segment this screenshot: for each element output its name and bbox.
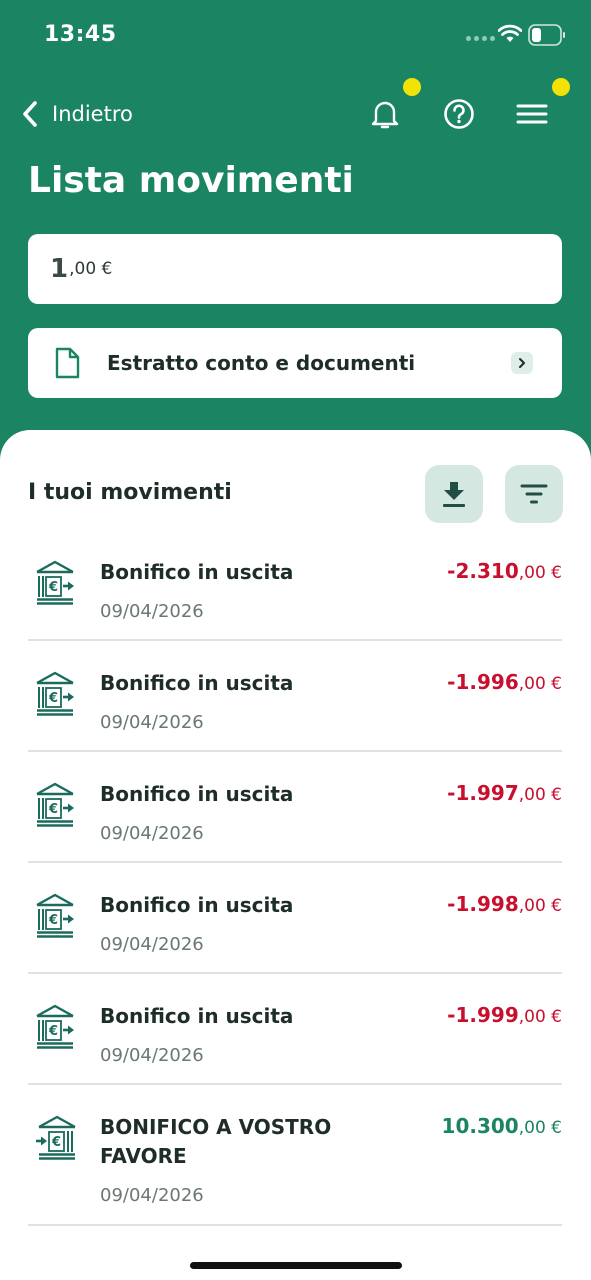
bell-icon	[371, 101, 399, 129]
statements-documents-label: Estratto conto e documenti	[107, 351, 416, 375]
movement-date: 09/04/2026	[100, 712, 204, 733]
svg-text:€: €	[48, 580, 58, 595]
chevron-left-icon	[23, 101, 37, 127]
balance-integer: 1	[50, 254, 69, 284]
movement-title: Bonifico in uscita	[100, 1004, 294, 1028]
battery-icon	[528, 24, 565, 46]
hamburger-menu-icon	[516, 104, 548, 124]
balance-card: 1 ,00 €	[28, 234, 562, 304]
movement-row[interactable]: € Bonifico in uscita 09/04/2026 -1.999,0…	[28, 985, 562, 1085]
back-label: Indietro	[52, 102, 133, 126]
movement-amount: -1.997,00 €	[447, 781, 562, 805]
movement-date: 09/04/2026	[100, 1185, 204, 1206]
cellular-signal-icon	[466, 36, 495, 41]
movement-title: Bonifico in uscita	[100, 893, 294, 917]
movement-title: Bonifico in uscita	[100, 560, 294, 584]
bank-transfer-out-icon: €	[36, 1004, 74, 1049]
help-button[interactable]	[439, 94, 479, 134]
notifications-button[interactable]	[365, 94, 405, 134]
filter-button[interactable]	[505, 465, 563, 523]
bank-transfer-out-icon: €	[36, 782, 74, 827]
svg-text:€: €	[51, 1135, 61, 1150]
svg-text:€: €	[48, 913, 58, 928]
movement-date: 09/04/2026	[100, 601, 204, 622]
page-title: Lista movimenti	[28, 160, 354, 201]
movement-row[interactable]: € BONIFICO A VOSTRO FAVORE 09/04/2026 10…	[28, 1096, 562, 1226]
movement-amount: -1.996,00 €	[447, 670, 562, 694]
statements-documents-button[interactable]: Estratto conto e documenti	[28, 328, 562, 398]
svg-text:€: €	[48, 1024, 58, 1039]
bank-transfer-out-icon: €	[36, 560, 74, 605]
movement-amount: -1.999,00 €	[447, 1003, 562, 1027]
notification-badge-dot	[403, 78, 421, 96]
menu-badge-dot	[552, 78, 570, 96]
nav-bar: Indietro	[0, 78, 591, 138]
movement-amount: 10.300,00 €	[441, 1114, 562, 1138]
movements-sheet: I tuoi movimenti € Bonifico in uscita 09…	[0, 430, 591, 1280]
movement-date: 09/04/2026	[100, 823, 204, 844]
movement-title: Bonifico in uscita	[100, 782, 294, 806]
movement-row[interactable]: € Bonifico in uscita 09/04/2026 -2.310,0…	[28, 541, 562, 641]
movement-date: 09/04/2026	[100, 934, 204, 955]
movement-row[interactable]: € Bonifico in uscita 09/04/2026 -1.998,0…	[28, 874, 562, 974]
svg-text:€: €	[48, 802, 58, 817]
document-icon	[55, 347, 80, 379]
movement-date: 09/04/2026	[100, 1045, 204, 1066]
help-circle-icon	[444, 99, 474, 129]
chevron-right-icon	[511, 352, 533, 374]
movement-title: Bonifico in uscita	[100, 671, 294, 695]
bank-transfer-out-icon: €	[36, 671, 74, 716]
balance-decimal: ,00 €	[69, 259, 113, 279]
wifi-icon	[498, 24, 522, 42]
filter-icon	[520, 484, 548, 504]
download-icon	[443, 482, 465, 507]
movements-title: I tuoi movimenti	[28, 480, 232, 505]
menu-button[interactable]	[512, 94, 552, 134]
movement-title: BONIFICO A VOSTRO FAVORE	[100, 1115, 332, 1168]
movement-row[interactable]: € Bonifico in uscita 09/04/2026 -1.997,0…	[28, 763, 562, 863]
status-bar: 13:45	[0, 0, 591, 70]
home-indicator[interactable]	[190, 1262, 402, 1269]
status-time: 13:45	[44, 22, 117, 47]
bank-transfer-out-icon: €	[36, 893, 74, 938]
bank-transfer-in-icon: €	[36, 1115, 76, 1160]
back-button[interactable]: Indietro	[20, 96, 133, 132]
download-button[interactable]	[425, 465, 483, 523]
svg-text:€: €	[48, 691, 58, 706]
movement-row[interactable]: € Bonifico in uscita 09/04/2026 -1.996,0…	[28, 652, 562, 752]
movement-amount: -2.310,00 €	[447, 559, 562, 583]
movement-amount: -1.998,00 €	[447, 892, 562, 916]
